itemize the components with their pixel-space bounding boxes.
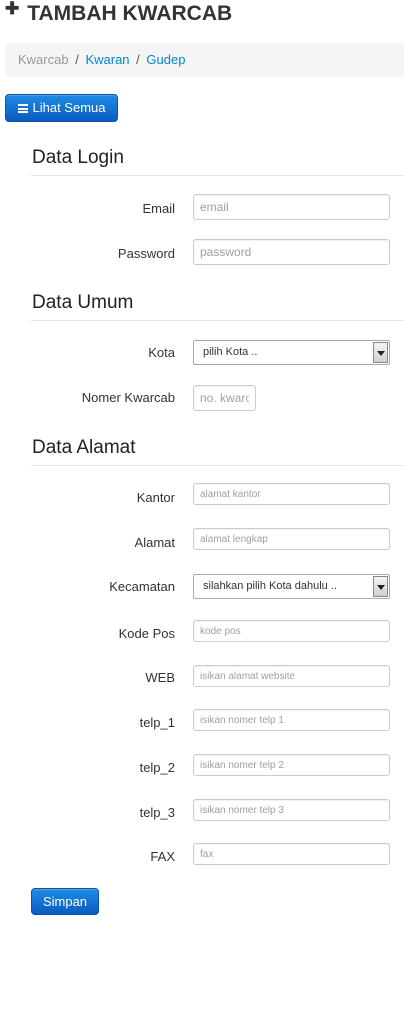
section-divider bbox=[31, 320, 404, 321]
fax-label: FAX bbox=[150, 849, 175, 864]
list-icon bbox=[17, 104, 28, 113]
fax-field[interactable] bbox=[193, 843, 390, 865]
web-label: WEB bbox=[145, 670, 175, 685]
nomer-kwarcab-field[interactable] bbox=[193, 385, 256, 411]
section-heading-alamat: Data Alamat bbox=[32, 437, 136, 458]
telp-2-field[interactable] bbox=[193, 754, 390, 776]
kode-pos-field[interactable] bbox=[193, 620, 390, 642]
breadcrumb-link-kwaran[interactable]: Kwaran bbox=[85, 52, 129, 67]
kantor-field[interactable] bbox=[193, 483, 390, 505]
view-all-button-label: Lihat Semua bbox=[32, 100, 106, 115]
chevron-down-icon[interactable] bbox=[373, 342, 388, 363]
section-divider bbox=[31, 465, 404, 466]
kecamatan-select[interactable]: silahkan pilih Kota dahulu .. bbox=[193, 574, 390, 599]
save-button[interactable]: Simpan bbox=[31, 888, 99, 915]
email-field[interactable] bbox=[193, 194, 390, 220]
plus-icon: ✚ bbox=[5, 0, 20, 18]
nomer-kwarcab-label: Nomer Kwarcab bbox=[81, 390, 175, 405]
section-heading-umum: Data Umum bbox=[32, 292, 134, 313]
kecamatan-label: Kecamatan bbox=[109, 579, 175, 594]
telp-1-label: telp_1 bbox=[139, 715, 175, 730]
password-label: Password bbox=[117, 246, 175, 261]
kecamatan-select-value: silahkan pilih Kota dahulu .. bbox=[203, 580, 337, 592]
password-field[interactable] bbox=[193, 239, 390, 265]
chevron-down-icon[interactable] bbox=[373, 576, 388, 597]
page-title: ✚ TAMBAH KWARCAB bbox=[5, 0, 232, 29]
telp-1-field[interactable] bbox=[193, 709, 390, 731]
alamat-label: Alamat bbox=[134, 535, 175, 550]
page-title-text: TAMBAH KWARCAB bbox=[27, 2, 233, 25]
alamat-field[interactable] bbox=[193, 528, 390, 550]
breadcrumb-separator: / bbox=[75, 52, 79, 67]
web-field[interactable] bbox=[193, 665, 390, 687]
kota-select[interactable]: pilih Kota .. bbox=[193, 340, 390, 365]
telp-3-field[interactable] bbox=[193, 799, 390, 821]
kota-label: Kota bbox=[148, 345, 175, 360]
telp-2-label: telp_2 bbox=[139, 760, 175, 775]
kode-pos-label: Kode Pos bbox=[118, 626, 175, 641]
section-heading-login: Data Login bbox=[32, 147, 124, 168]
breadcrumb-separator: / bbox=[136, 52, 140, 67]
view-all-button[interactable]: Lihat Semua bbox=[5, 94, 118, 122]
kantor-label: Kantor bbox=[136, 490, 175, 505]
breadcrumb-link-gudep[interactable]: Gudep bbox=[146, 52, 185, 67]
kota-select-value: pilih Kota .. bbox=[203, 346, 258, 358]
email-label: Email bbox=[142, 201, 175, 216]
section-divider bbox=[31, 175, 404, 176]
breadcrumb: Kwarcab / Kwaran / Gudep bbox=[5, 43, 404, 77]
telp-3-label: telp_3 bbox=[139, 805, 175, 820]
breadcrumb-current: Kwarcab bbox=[18, 52, 69, 67]
